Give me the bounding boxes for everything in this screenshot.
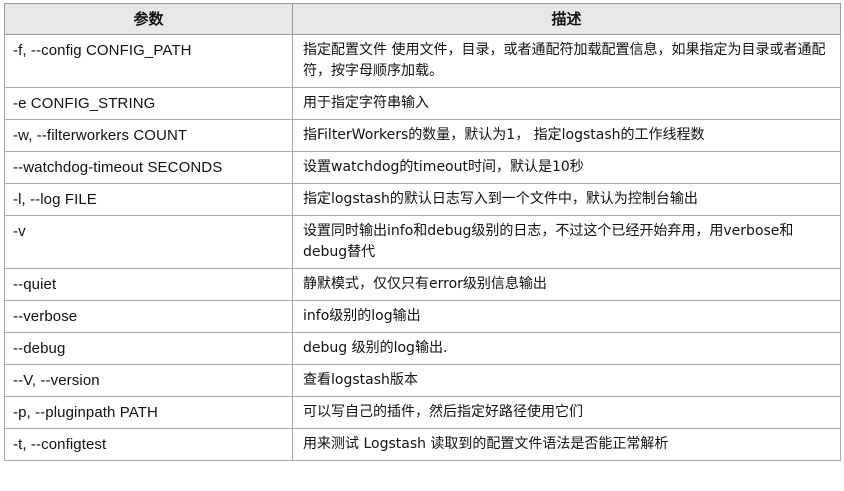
param-cell: -v	[4, 215, 293, 269]
param-cell: -w, --filterworkers COUNT	[4, 119, 293, 152]
desc-cell: 指定logstash的默认日志写入到一个文件中，默认为控制台输出	[292, 183, 841, 216]
param-cell: --debug	[4, 332, 293, 365]
table-row: -f, --config CONFIG_PATH 指定配置文件 使用文件，目录，…	[4, 34, 841, 88]
param-cell: --V, --version	[4, 364, 293, 397]
desc-cell: 用来测试 Logstash 读取到的配置文件语法是否能正常解析	[292, 428, 841, 461]
desc-cell: 指定配置文件 使用文件，目录，或者通配符加载配置信息，如果指定为目录或者通配符，…	[292, 34, 841, 88]
table-header: 参数 描述	[4, 3, 841, 35]
parameter-table: 参数 描述 -f, --config CONFIG_PATH 指定配置文件 使用…	[4, 3, 841, 461]
desc-cell: 静默模式，仅仅只有error级别信息输出	[292, 268, 841, 301]
param-cell: -p, --pluginpath PATH	[4, 396, 293, 429]
table-row: --quiet 静默模式，仅仅只有error级别信息输出	[4, 268, 841, 301]
table-row: -t, --configtest 用来测试 Logstash 读取到的配置文件语…	[4, 428, 841, 461]
param-cell: -f, --config CONFIG_PATH	[4, 34, 293, 88]
param-cell: --watchdog-timeout SECONDS	[4, 151, 293, 184]
param-cell: -e CONFIG_STRING	[4, 87, 293, 120]
desc-cell: 设置watchdog的timeout时间，默认是10秒	[292, 151, 841, 184]
header-row: 参数 描述	[4, 3, 841, 35]
table-body: -f, --config CONFIG_PATH 指定配置文件 使用文件，目录，…	[4, 34, 841, 461]
param-cell: -t, --configtest	[4, 428, 293, 461]
table-row: -p, --pluginpath PATH 可以写自己的插件，然后指定好路径使用…	[4, 396, 841, 429]
desc-cell: 设置同时输出info和debug级别的日志，不过这个已经开始弃用，用verbos…	[292, 215, 841, 269]
desc-cell: 用于指定字符串输入	[292, 87, 841, 120]
table-row: -l, --log FILE 指定logstash的默认日志写入到一个文件中，默…	[4, 183, 841, 216]
desc-cell: debug 级别的log输出.	[292, 332, 841, 365]
table-row: --verbose info级别的log输出	[4, 300, 841, 333]
param-cell: -l, --log FILE	[4, 183, 293, 216]
table-row: --watchdog-timeout SECONDS 设置watchdog的ti…	[4, 151, 841, 184]
table-row: --V, --version 查看logstash版本	[4, 364, 841, 397]
table-row: --debug debug 级别的log输出.	[4, 332, 841, 365]
header-desc: 描述	[292, 3, 841, 35]
table-row: -e CONFIG_STRING 用于指定字符串输入	[4, 87, 841, 120]
header-param: 参数	[4, 3, 293, 35]
desc-cell: 指FilterWorkers的数量，默认为1， 指定logstash的工作线程数	[292, 119, 841, 152]
desc-cell: 查看logstash版本	[292, 364, 841, 397]
desc-cell: info级别的log输出	[292, 300, 841, 333]
document-page: 参数 描述 -f, --config CONFIG_PATH 指定配置文件 使用…	[0, 0, 844, 491]
param-cell: --quiet	[4, 268, 293, 301]
table-row: -v 设置同时输出info和debug级别的日志，不过这个已经开始弃用，用ver…	[4, 215, 841, 269]
param-cell: --verbose	[4, 300, 293, 333]
desc-cell: 可以写自己的插件，然后指定好路径使用它们	[292, 396, 841, 429]
table-row: -w, --filterworkers COUNT 指FilterWorkers…	[4, 119, 841, 152]
